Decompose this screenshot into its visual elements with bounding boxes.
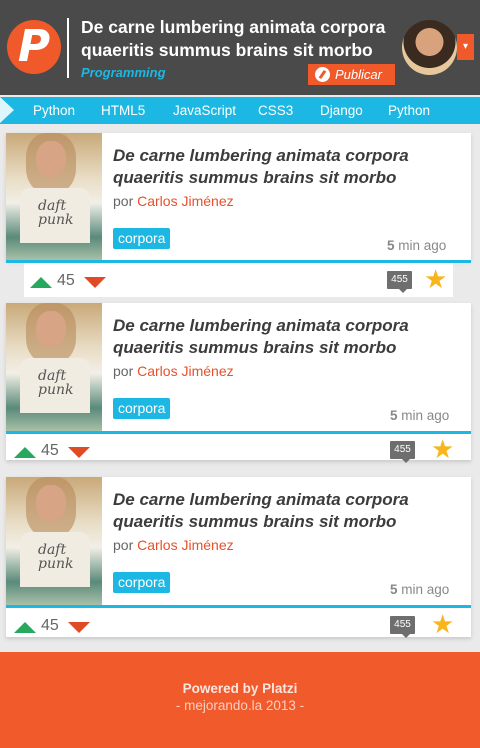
thumb-shirt-text: daft punk: [38, 198, 74, 228]
pencil-icon: [315, 67, 330, 82]
upvote-icon[interactable]: [30, 277, 52, 288]
byline-prefix: por: [113, 193, 134, 209]
vote-count: 45: [41, 617, 59, 634]
app-header: P De carne lumbering animata corpora qua…: [0, 0, 480, 95]
post-time: 5 min ago: [387, 238, 446, 253]
post-time: 5 min ago: [390, 408, 449, 423]
nav-item-django[interactable]: Django: [320, 97, 363, 124]
vote-count: 45: [41, 442, 59, 459]
post-card[interactable]: daft punk De carne lumbering animata cor…: [6, 303, 471, 463]
time-number: 5: [390, 408, 398, 423]
post-thumbnail[interactable]: daft punk: [6, 303, 102, 431]
tag-badge[interactable]: corpora: [113, 228, 171, 249]
card-divider: [6, 431, 471, 434]
nav-arrow-icon: [0, 97, 14, 123]
time-number: 5: [390, 582, 398, 597]
time-unit: min ago: [401, 582, 450, 597]
publish-button[interactable]: Publicar: [308, 64, 395, 85]
byline-prefix: por: [113, 537, 134, 553]
logo-icon: P: [17, 21, 51, 72]
star-icon[interactable]: ★: [431, 437, 454, 463]
platzi-logo[interactable]: P: [7, 20, 61, 74]
upvote-icon[interactable]: [14, 622, 36, 633]
footer-credit: - mejorando.la 2013 -: [175, 698, 305, 713]
nav-item-python[interactable]: Python: [33, 97, 75, 124]
user-avatar[interactable]: [402, 20, 457, 75]
time-unit: min ago: [398, 238, 447, 253]
vote-count: 45: [57, 272, 75, 289]
post-thumbnail[interactable]: daft punk: [6, 133, 102, 260]
post-byline: por Carlos Jiménez: [113, 193, 234, 209]
post-title[interactable]: De carne lumbering animata corpora quaer…: [113, 145, 453, 189]
chevron-down-icon[interactable]: ▾: [457, 34, 474, 60]
time-unit: min ago: [401, 408, 450, 423]
nav-item-css3[interactable]: CSS3: [258, 97, 293, 124]
post-card[interactable]: daft punk De carne lumbering animata cor…: [6, 133, 471, 260]
thumb-shirt-text: daft punk: [38, 368, 74, 398]
comment-icon[interactable]: 455: [387, 271, 412, 293]
post-title[interactable]: De carne lumbering animata corpora quaer…: [113, 315, 453, 359]
tag-badge[interactable]: corpora: [113, 572, 171, 593]
card-divider: [6, 605, 471, 608]
header-divider: [67, 18, 69, 78]
upvote-icon[interactable]: [14, 447, 36, 458]
nav-item-html5[interactable]: HTML5: [101, 97, 145, 124]
thumb-face: [36, 141, 66, 177]
author-link[interactable]: Carlos Jiménez: [137, 193, 233, 209]
post-card[interactable]: daft punk De carne lumbering animata cor…: [6, 477, 471, 638]
post-byline: por Carlos Jiménez: [113, 363, 234, 379]
byline-prefix: por: [113, 363, 134, 379]
footer-powered-by[interactable]: Powered by Platzi: [0, 681, 480, 696]
thumb-face: [36, 485, 66, 521]
tag-badge[interactable]: corpora: [113, 398, 171, 419]
publish-label: Publicar: [335, 67, 382, 82]
post-byline: por Carlos Jiménez: [113, 537, 234, 553]
page-title: De carne lumbering animata corpora quaer…: [81, 17, 386, 60]
thumb-face: [36, 311, 66, 347]
thumb-shirt-text: daft punk: [38, 542, 74, 572]
star-icon[interactable]: ★: [424, 267, 447, 293]
category-label[interactable]: Programming: [81, 65, 166, 80]
author-link[interactable]: Carlos Jiménez: [137, 537, 233, 553]
downvote-icon[interactable]: [68, 622, 90, 633]
nav-item-python-2[interactable]: Python: [388, 97, 430, 124]
post-time: 5 min ago: [390, 582, 449, 597]
downvote-icon[interactable]: [84, 277, 106, 288]
nav-item-javascript[interactable]: JavaScript: [173, 97, 236, 124]
star-icon[interactable]: ★: [431, 612, 454, 638]
post-thumbnail[interactable]: daft punk: [6, 477, 102, 605]
time-number: 5: [387, 238, 395, 253]
post-actions: 45 455 ★: [24, 263, 453, 297]
page-footer: Powered by Platzi - mejorando.la 2013 -: [0, 652, 480, 748]
comment-icon[interactable]: 455: [390, 441, 415, 463]
author-link[interactable]: Carlos Jiménez: [137, 363, 233, 379]
post-title[interactable]: De carne lumbering animata corpora quaer…: [113, 489, 453, 533]
downvote-icon[interactable]: [68, 447, 90, 458]
category-nav: Python HTML5 JavaScript CSS3 Django Pyth…: [0, 97, 480, 124]
comment-icon[interactable]: 455: [390, 616, 415, 638]
